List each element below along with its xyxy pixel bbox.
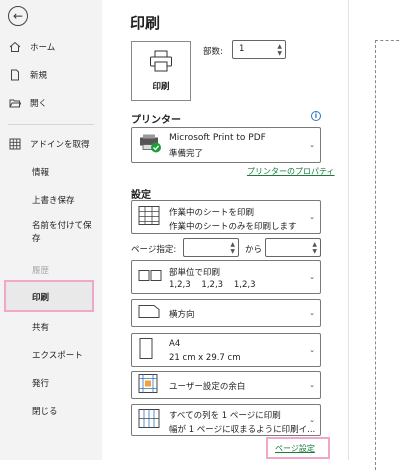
copies-value: 1 bbox=[239, 44, 245, 54]
pages-from-input[interactable]: ▲ ▼ bbox=[183, 238, 239, 257]
print-button[interactable]: 印刷 bbox=[131, 41, 191, 101]
pages-to-label: から bbox=[245, 245, 263, 255]
pages-to-input[interactable]: ▲ ▼ bbox=[265, 238, 321, 257]
setting-line2: 21 cm x 29.7 cm bbox=[169, 353, 241, 363]
nav-label: 開く bbox=[30, 99, 48, 109]
setting-line1: 部単位で印刷 bbox=[169, 268, 221, 278]
setting-line1: すべての列を 1 ページに印刷 bbox=[169, 411, 281, 421]
new-file-icon bbox=[8, 68, 22, 82]
back-button[interactable]: ← bbox=[8, 6, 28, 26]
scaling-select[interactable]: すべての列を 1 ページに印刷 幅が 1 ページに収まるように印刷イ... ⌄ bbox=[131, 404, 321, 436]
collated-pages-icon bbox=[138, 268, 162, 287]
orientation-select[interactable]: 横方向 ⌄ bbox=[131, 299, 321, 327]
page-setup-link[interactable]: ページ設定 bbox=[275, 443, 315, 454]
nav-label: 履歴 bbox=[32, 266, 50, 276]
addins-grid-icon bbox=[8, 137, 22, 151]
setting-line1: ユーザー設定の余白 bbox=[169, 382, 246, 392]
nav-divider bbox=[8, 124, 94, 125]
nav-label: 新規 bbox=[30, 71, 48, 81]
nav-label: 発行 bbox=[32, 379, 50, 389]
page-title: 印刷 bbox=[130, 14, 161, 32]
chevron-down-icon: ⌄ bbox=[309, 381, 315, 389]
printer-name: Microsoft Print to PDF bbox=[169, 133, 266, 143]
nav-item-share[interactable]: 共有 bbox=[32, 318, 49, 336]
setting-line2: 幅が 1 ページに収まるように印刷イ... bbox=[169, 425, 316, 435]
preview-divider bbox=[348, 0, 349, 460]
printer-ready-icon bbox=[138, 134, 162, 157]
sheet-grid-icon bbox=[138, 206, 160, 229]
nav-label: 上書き保存 bbox=[32, 196, 75, 206]
printer-icon bbox=[149, 50, 173, 75]
backstage-nav: ← ホーム 新規 開く アドインを取得 情報 上書き保存 名前を付けて保 存 履… bbox=[0, 0, 102, 460]
printer-properties-link[interactable]: プリンターのプロパティ bbox=[247, 166, 335, 177]
chevron-down-icon: ⌄ bbox=[309, 141, 315, 149]
chevron-down-icon: ⌄ bbox=[309, 416, 315, 424]
nav-label: エクスポート bbox=[32, 351, 83, 361]
nav-label: アドインを取得 bbox=[30, 140, 90, 150]
nav-item-save-as[interactable]: 名前を付けて保 存 bbox=[32, 220, 92, 248]
fit-columns-icon bbox=[138, 409, 160, 432]
spin-arrows-icon[interactable]: ▲ ▼ bbox=[277, 43, 282, 57]
collation-select[interactable]: 部単位で印刷 1,2,3 1,2,3 1,2,3 ⌄ bbox=[131, 260, 321, 294]
printer-status: 準備完了 bbox=[169, 149, 204, 159]
paper-size-icon bbox=[138, 338, 154, 363]
copies-label: 部数: bbox=[203, 47, 223, 57]
chevron-down-icon: ⌄ bbox=[309, 346, 315, 354]
nav-label: 共有 bbox=[32, 323, 50, 333]
print-button-label: 印刷 bbox=[152, 82, 170, 92]
nav-label: 印刷 bbox=[32, 293, 50, 303]
nav-item-open[interactable]: 開く bbox=[8, 94, 47, 112]
nav-item-save[interactable]: 上書き保存 bbox=[32, 191, 75, 209]
info-icon[interactable]: i bbox=[311, 111, 321, 121]
back-arrow-icon: ← bbox=[12, 9, 24, 23]
settings-heading: 設定 bbox=[131, 190, 151, 201]
custom-margins-icon bbox=[138, 374, 158, 397]
spin-arrows-icon[interactable]: ▲ ▼ bbox=[312, 241, 317, 255]
nav-label: 情報 bbox=[32, 168, 50, 178]
spin-arrows-icon[interactable]: ▲ ▼ bbox=[230, 241, 235, 255]
setting-line1: 作業中のシートを印刷 bbox=[169, 208, 255, 218]
chevron-down-icon: ⌄ bbox=[309, 309, 315, 317]
nav-item-print[interactable]: 印刷 bbox=[32, 288, 49, 306]
printer-select[interactable]: Microsoft Print to PDF 準備完了 ⌄ bbox=[131, 127, 321, 163]
pages-label: ページ指定: bbox=[131, 245, 177, 255]
nav-item-history: 履歴 bbox=[32, 261, 49, 279]
copies-stepper[interactable]: 1 ▲ ▼ bbox=[232, 40, 286, 59]
setting-line2: 作業中のシートのみを印刷します bbox=[169, 222, 297, 232]
nav-label: 閉じる bbox=[32, 407, 58, 417]
chevron-down-icon: ⌄ bbox=[309, 273, 315, 281]
nav-label: ホーム bbox=[30, 43, 56, 53]
margins-select[interactable]: ユーザー設定の余白 ⌄ bbox=[131, 371, 321, 399]
print-what-select[interactable]: 作業中のシートを印刷 作業中のシートのみを印刷します ⌄ bbox=[131, 200, 321, 234]
setting-line1: 横方向 bbox=[169, 310, 195, 320]
nav-item-export[interactable]: エクスポート bbox=[32, 346, 83, 364]
paper-size-select[interactable]: A4 21 cm x 29.7 cm ⌄ bbox=[131, 333, 321, 367]
chevron-down-icon: ⌄ bbox=[309, 213, 315, 221]
setting-line2: 1,2,3 1,2,3 1,2,3 bbox=[169, 280, 256, 290]
nav-label: 名前を付けて保 存 bbox=[32, 221, 92, 244]
nav-item-info[interactable]: 情報 bbox=[32, 163, 49, 181]
printer-heading: プリンター bbox=[131, 115, 181, 126]
setting-line1: A4 bbox=[169, 339, 181, 349]
home-icon bbox=[8, 40, 22, 54]
nav-item-get-addins[interactable]: アドインを取得 bbox=[8, 135, 90, 153]
nav-item-home[interactable]: ホーム bbox=[8, 38, 55, 56]
nav-item-publish[interactable]: 発行 bbox=[32, 374, 49, 392]
nav-item-close[interactable]: 閉じる bbox=[32, 402, 58, 420]
nav-item-new[interactable]: 新規 bbox=[8, 66, 47, 84]
landscape-page-icon bbox=[138, 304, 160, 323]
print-preview-page bbox=[375, 40, 400, 470]
open-folder-icon bbox=[8, 96, 22, 110]
